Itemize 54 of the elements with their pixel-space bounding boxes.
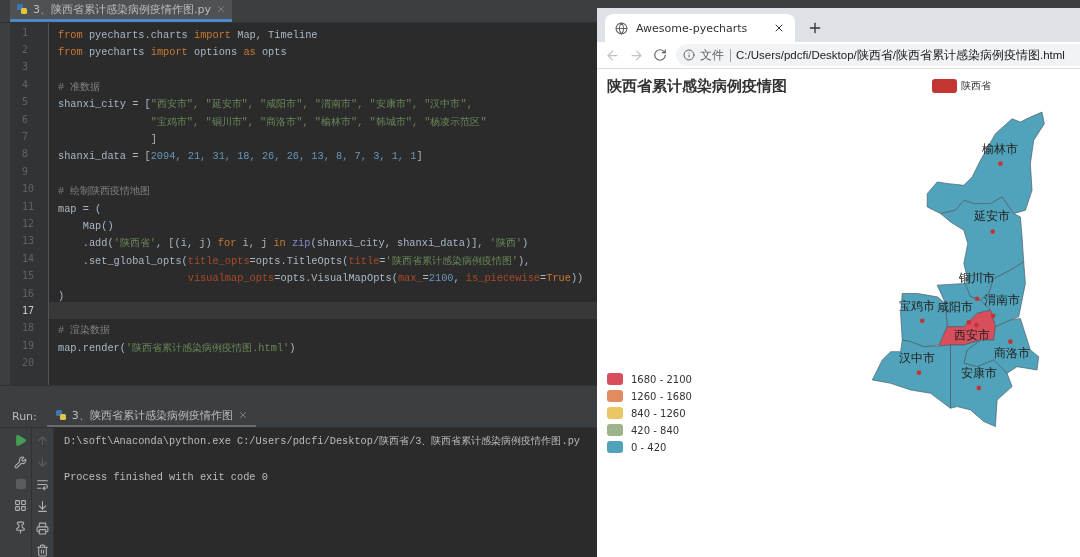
run-label: Run: [12, 409, 37, 423]
editor-tab[interactable]: 3、陕西省累计感染病例疫情作图.py [10, 0, 232, 22]
city-marker [974, 322, 979, 328]
run-icon[interactable] [14, 434, 27, 447]
info-icon[interactable] [683, 49, 695, 61]
trash-icon[interactable] [36, 544, 49, 557]
city-marker [916, 370, 922, 375]
city-marker [998, 161, 1003, 166]
layout-icon[interactable] [14, 499, 27, 512]
soft-wrap-icon[interactable] [36, 478, 49, 491]
city-label: 汉中市 [899, 351, 936, 366]
range-label[interactable]: 1680 - 2100 [631, 373, 692, 385]
city-label: 安康市 [960, 366, 997, 381]
city-marker [966, 320, 972, 325]
range-label[interactable]: 840 - 1260 [631, 407, 686, 419]
legend-label[interactable]: 陕西省 [961, 79, 991, 93]
wrench-icon[interactable] [14, 456, 27, 469]
globe-icon [615, 21, 628, 35]
console-output: Process finished with exit code 0 [64, 471, 268, 483]
range-label[interactable]: 1260 - 1680 [631, 390, 692, 402]
range-swatch[interactable] [607, 390, 623, 402]
range-label[interactable]: 0 - 420 [631, 441, 667, 453]
python-icon [54, 409, 67, 422]
python-file-icon [16, 3, 28, 16]
reload-icon[interactable] [653, 48, 667, 62]
legend-swatch[interactable] [932, 79, 957, 93]
scroll-to-end-icon[interactable] [36, 500, 49, 513]
range-swatch[interactable] [607, 407, 623, 419]
console-output: D:\soft\Anaconda\python.exe C:/Users/pdcfi/Desktop/陕西省/3、陕西省累计感染病例疫情作图.py [64, 435, 581, 447]
print-icon[interactable] [36, 522, 49, 535]
pin-icon[interactable] [14, 521, 27, 534]
city-label: 西安市 [954, 328, 991, 343]
city-label: 渭南市 [984, 293, 1021, 308]
range-swatch[interactable] [607, 373, 623, 385]
run-tab[interactable]: 3、陕西省累计感染病例疫情作图 [46, 405, 256, 427]
city-label: 商洛市 [994, 346, 1031, 361]
line-number: 17 [21, 303, 36, 318]
city-marker [990, 229, 996, 234]
city-marker [1008, 339, 1013, 345]
city-marker [974, 296, 980, 302]
chart-title: 陕西省累计感染病例疫情图 [607, 76, 788, 96]
range-label[interactable]: 420 - 840 [631, 424, 680, 436]
city-label: 咸阳市 [937, 299, 974, 314]
browser-tab[interactable]: Awesome-pyecharts [605, 14, 795, 42]
close-icon[interactable] [773, 22, 785, 34]
city-label: 延安市 [974, 209, 1011, 224]
range-swatch[interactable] [607, 424, 623, 436]
map-region[interactable] [872, 339, 951, 409]
city-marker [990, 313, 996, 319]
range-swatch[interactable] [607, 441, 623, 453]
city-marker [919, 318, 925, 324]
address-bar[interactable]: 文件 C:/Users/pdcfi/Desktop/陕西省/陕西省累计感染病例疫情图.html [676, 44, 1080, 66]
city-marker [976, 385, 982, 391]
new-tab-icon[interactable] [807, 20, 823, 36]
